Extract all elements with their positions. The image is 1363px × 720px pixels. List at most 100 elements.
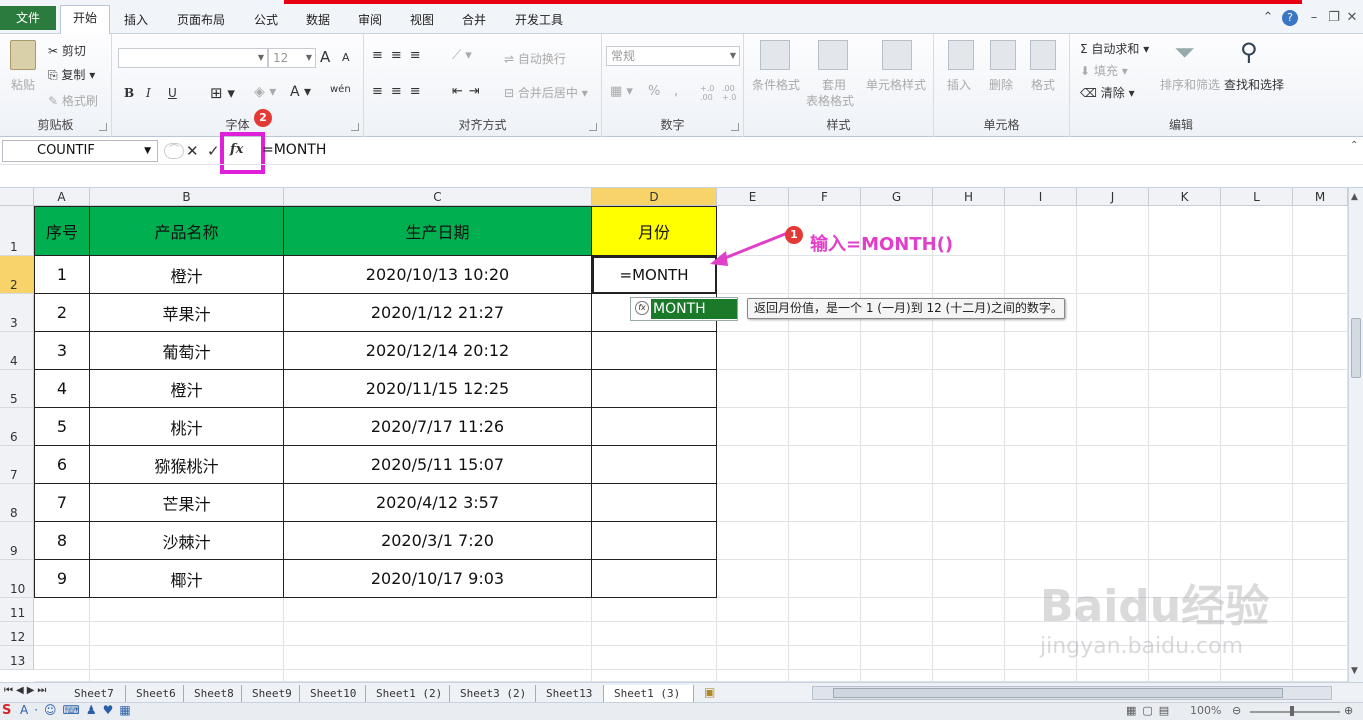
table-cell[interactable] — [592, 332, 717, 370]
row-header-9[interactable]: 9 — [0, 522, 34, 560]
format-as-table-label2[interactable]: 表格格式 — [806, 92, 854, 109]
table-cell[interactable]: 沙棘汁 — [90, 522, 284, 560]
delete-cells-button[interactable]: 删除 — [989, 76, 1013, 93]
table-cell[interactable]: 2020/1/12 21:27 — [284, 294, 592, 332]
new-sheet-icon[interactable]: ▣ — [704, 685, 715, 699]
horizontal-align-icons[interactable]: ≡≡≡ — [372, 84, 429, 99]
table-cell[interactable]: 芒果汁 — [90, 484, 284, 522]
tab-page-layout[interactable]: 页面布局 — [166, 8, 236, 34]
vertical-align-icons[interactable]: ≡≡≡ — [372, 48, 429, 63]
column-header-h[interactable]: H — [933, 188, 1005, 206]
row-header-8[interactable]: 8 — [0, 484, 34, 522]
scroll-up-icon[interactable]: ▲ — [1351, 192, 1358, 202]
table-cell[interactable]: 2020/11/15 12:25 — [284, 370, 592, 408]
column-header-e[interactable]: E — [717, 188, 789, 206]
cancel-icon[interactable]: ✕ — [186, 142, 199, 160]
cut-button[interactable]: ✂ 剪切 — [48, 42, 86, 59]
font-size-combo[interactable]: 12 ▼ — [268, 48, 316, 68]
zoom-level[interactable]: 100% — [1190, 704, 1221, 717]
sheet-tab[interactable]: Sheet9 — [242, 685, 300, 702]
collapse-ribbon-icon[interactable]: ⌃ — [1260, 10, 1276, 26]
select-all-corner[interactable] — [0, 188, 34, 206]
sheet-tab[interactable]: Sheet1 (3) — [604, 685, 694, 702]
table-cell[interactable] — [592, 370, 717, 408]
row-header-2[interactable]: 2 — [0, 256, 34, 294]
table-cell[interactable]: 4 — [34, 370, 90, 408]
decrease-decimal-button[interactable]: .00 +.0 — [722, 84, 740, 102]
table-cell[interactable]: 2020/4/12 3:57 — [284, 484, 592, 522]
scroll-down-icon[interactable]: ▼ — [1351, 666, 1358, 676]
name-box[interactable]: COUNTIF ▼ — [2, 140, 158, 162]
paste-icon[interactable] — [10, 40, 36, 70]
table-cell[interactable]: 2020/12/14 20:12 — [284, 332, 592, 370]
phonetic-button[interactable]: wén — [330, 84, 351, 95]
sheet-tab[interactable]: Sheet7 — [64, 685, 126, 702]
column-header-i[interactable]: I — [1005, 188, 1077, 206]
paste-button[interactable]: 粘贴 — [11, 76, 35, 93]
tab-data[interactable]: 数据 — [296, 8, 340, 34]
format-cells-button[interactable]: 格式 — [1031, 76, 1055, 93]
tab-review[interactable]: 审阅 — [348, 8, 392, 34]
table-cell[interactable]: 9 — [34, 560, 90, 598]
row-header-12[interactable]: 12 — [0, 622, 34, 646]
copy-button[interactable]: ⎘ 复制 ▾ — [48, 66, 95, 83]
fill-button[interactable]: ⬇ 填充 ▾ — [1080, 62, 1128, 79]
help-icon[interactable]: ? — [1282, 10, 1298, 26]
column-header-j[interactable]: J — [1077, 188, 1149, 206]
table-cell[interactable]: 3 — [34, 332, 90, 370]
close-icon[interactable]: ✕ — [1344, 10, 1360, 26]
row-header-4[interactable]: 4 — [0, 332, 34, 370]
column-header-c[interactable]: C — [284, 188, 592, 206]
column-header-g[interactable]: G — [861, 188, 933, 206]
formula-input[interactable]: =MONTH — [262, 142, 326, 158]
font-name-combo[interactable]: ▼ — [118, 48, 268, 68]
table-cell[interactable] — [592, 560, 717, 598]
insert-function-button[interactable]: fx — [230, 142, 243, 157]
table-cell[interactable]: 2020/3/1 7:20 — [284, 522, 592, 560]
orientation-icon[interactable]: ⟋ ▾ — [452, 48, 472, 63]
row-header-3[interactable]: 3 — [0, 294, 34, 332]
horizontal-scrollbar[interactable] — [812, 686, 1332, 700]
tab-insert[interactable]: 插入 — [114, 8, 158, 34]
table-cell[interactable]: 2020/5/11 15:07 — [284, 446, 592, 484]
zoom-slider[interactable] — [1250, 711, 1340, 713]
h-scrollbar-thumb[interactable] — [833, 688, 1283, 698]
table-cell[interactable]: 橙汁 — [90, 370, 284, 408]
merge-center-button[interactable]: ⊟ 合并后居中 ▾ — [504, 84, 588, 101]
grow-font-button[interactable]: A — [320, 48, 330, 66]
table-cell[interactable]: 椰汁 — [90, 560, 284, 598]
table-cell[interactable]: 猕猴桃汁 — [90, 446, 284, 484]
tab-formulas[interactable]: 公式 — [244, 8, 288, 34]
table-cell[interactable]: 2020/7/17 11:26 — [284, 408, 592, 446]
sheet-tab[interactable]: Sheet1 (2) — [366, 685, 450, 702]
table-cell[interactable]: 2020/10/17 9:03 — [284, 560, 592, 598]
table-cell[interactable]: 5 — [34, 408, 90, 446]
italic-button[interactable]: I — [146, 86, 151, 100]
active-cell[interactable]: =MONTH — [592, 256, 717, 294]
number-format-combo[interactable]: 常规 ▼ — [606, 46, 740, 66]
increase-decimal-button[interactable]: +.0 .00 — [700, 84, 718, 102]
autocomplete-dropdown[interactable]: fx MONTH — [630, 297, 738, 321]
zoom-in-icon[interactable]: ⊕ — [1344, 704, 1353, 717]
table-cell[interactable] — [592, 484, 717, 522]
dialog-launcher-icon[interactable] — [589, 123, 597, 131]
row-header-11[interactable]: 11 — [0, 598, 34, 622]
tab-view[interactable]: 视图 — [400, 8, 444, 34]
tab-home[interactable]: 开始 — [60, 5, 110, 35]
row-header-1[interactable]: 1 — [0, 206, 34, 256]
row-header-5[interactable]: 5 — [0, 370, 34, 408]
currency-icon[interactable]: ▦ ▾ — [610, 84, 633, 99]
bold-button[interactable]: B — [124, 86, 134, 100]
header-cell[interactable]: 产品名称 — [90, 206, 284, 256]
autocomplete-item-month[interactable]: MONTH — [651, 299, 737, 319]
sheet-nav-icons[interactable]: ⏮◀▶⏭ — [4, 685, 49, 696]
column-header-f[interactable]: F — [789, 188, 861, 206]
sheet-tab[interactable]: Sheet3 (2) — [450, 685, 536, 702]
table-cell[interactable]: 7 — [34, 484, 90, 522]
column-header-k[interactable]: K — [1149, 188, 1221, 206]
wrap-text-button[interactable]: ⇌ 自动换行 — [504, 50, 566, 67]
table-cell[interactable] — [592, 522, 717, 560]
enter-check-icon[interactable]: ✓ — [207, 142, 220, 160]
sheet-tab[interactable]: Sheet10 — [300, 685, 366, 702]
insert-cells-button[interactable]: 插入 — [947, 76, 971, 93]
